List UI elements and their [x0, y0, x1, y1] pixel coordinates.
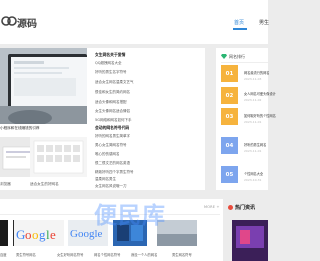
bottom-caption[interactable]: 男生网名符号 [172, 252, 192, 257]
list-item[interactable]: 很二很文艺的网名英语 [95, 161, 130, 166]
rank-date: 2023-11-01 [244, 120, 262, 124]
rank-title[interactable]: 女人网名可爱头像设计 [244, 91, 276, 96]
thumb-caption[interactable]: 适合女生的好网名 [30, 182, 59, 187]
rank-date: 2023-10-31 [244, 178, 262, 182]
rank-badge: 03 [221, 108, 238, 125]
bottom-caption[interactable]: 男生符号网名 [16, 252, 36, 257]
more-link[interactable]: MORE + [204, 205, 220, 209]
bottom-caption[interactable]: 女生好听网名符号 [57, 252, 83, 257]
bottom-thumb[interactable] [0, 220, 8, 246]
svg-text:e: e [50, 227, 56, 242]
list-item[interactable]: 好听的网名男生简单字 [95, 134, 130, 139]
svg-text:g: g [39, 227, 46, 242]
list-item[interactable]: QQ超拽网名大全 [95, 61, 122, 66]
list-item[interactable]: 好听的男生名字符号 [95, 70, 127, 75]
thumb-image[interactable] [30, 137, 87, 177]
bottom-thumb[interactable]: G o o g l e [14, 220, 64, 246]
svg-text:o: o [32, 227, 39, 242]
rank-date: 2023-11-01 [244, 149, 262, 153]
thumb-caption[interactable]: 浏览器 [0, 182, 11, 187]
divider [221, 62, 268, 63]
hero-image[interactable] [0, 48, 87, 124]
ranking-title: 网名排行 [229, 54, 245, 59]
hot-news-image[interactable] [232, 220, 268, 261]
nav-active-indicator [233, 28, 247, 30]
list-item[interactable]: 适合头像和网名搭配 [95, 100, 127, 105]
hero-caption[interactable]: 小程序和在线赚钱的引荐 [0, 126, 40, 131]
rank-date: 2023-11-03 [244, 77, 262, 81]
bottom-caption[interactable]: 百度 [0, 252, 7, 257]
rank-badge: 04 [221, 137, 238, 154]
watermark: 便民库 [94, 203, 166, 229]
logo-text[interactable]: 源码 [17, 15, 37, 30]
hot-news-title: 热门资讯 [235, 205, 256, 211]
list-item[interactable]: 很佳和女生的简约网名 [95, 90, 130, 95]
bottom-caption[interactable]: 网名个性网名符号 [94, 252, 120, 257]
fire-icon [228, 205, 233, 210]
list-item[interactable]: 唯心的伤感网名 [95, 152, 120, 157]
rank-title[interactable]: 个性网名大全 [244, 171, 263, 176]
list-item[interactable]: 5G网络和网名如何下手 [95, 118, 131, 123]
bottom-caption[interactable]: 我没一个人的网名 [131, 252, 157, 257]
rank-title[interactable]: 好听的男生网名 [244, 142, 266, 147]
list-group-title[interactable]: 会动的网名符号代码 [95, 125, 129, 131]
rank-badge: 01 [221, 65, 238, 82]
list-item[interactable]: 男心女生简网名符号 [95, 143, 127, 148]
list-item[interactable]: 温柔网名男生 [95, 177, 116, 182]
rank-title[interactable]: 网名最流行的网名 [244, 70, 270, 75]
rank-badge: 02 [221, 87, 238, 104]
rank-title[interactable]: 如何取好听的个性网名 [244, 113, 276, 118]
list-group-title[interactable]: 女生网名关于爱情 [95, 52, 125, 58]
svg-text:o: o [25, 227, 32, 242]
list-item[interactable]: 精致好听四个字男生符号 [95, 170, 134, 175]
svg-text:G: G [16, 227, 25, 242]
diamond-icon [221, 54, 227, 59]
list-item[interactable]: 女生网名风说哦一刀 [95, 184, 127, 189]
header [0, 0, 268, 44]
logo-icon[interactable] [0, 12, 18, 30]
list-item[interactable]: 适合女生网名温柔文艺气 [95, 80, 134, 85]
nav-next[interactable]: 男生 [259, 19, 269, 26]
nav-home[interactable]: 首页 [234, 19, 244, 26]
list-item[interactable]: 女生头像网名适合情侣 [95, 109, 130, 114]
rank-date: 2023-11-02 [244, 98, 262, 102]
rank-badge: 05 [221, 166, 238, 183]
